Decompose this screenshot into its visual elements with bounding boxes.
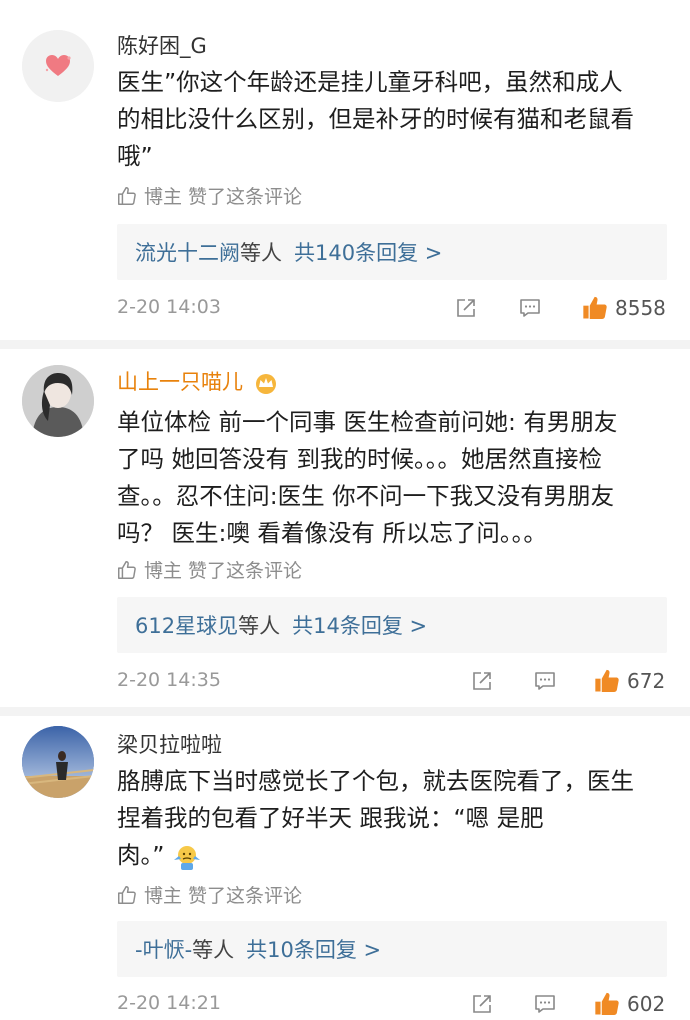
comment-icon[interactable] bbox=[518, 296, 542, 320]
avatar[interactable] bbox=[22, 30, 94, 102]
reply-summary[interactable]: -叶恹- 等人 共10条回复 > bbox=[117, 921, 667, 977]
like-count: 8558 bbox=[615, 296, 666, 320]
author-liked-note: 博主 赞了这条评论 bbox=[116, 881, 302, 908]
comment-text: 单位体检 前一个同事 医生检查前问她: 有男朋友 了吗 她回答没有 到我的时候。… bbox=[117, 408, 618, 547]
reply-etc-label: 等人 bbox=[238, 614, 281, 638]
reply-summary[interactable]: 612星球见 等人 共14条回复 > bbox=[117, 597, 667, 653]
user-photo-icon bbox=[22, 726, 94, 798]
share-icon[interactable] bbox=[470, 669, 494, 693]
share-icon[interactable] bbox=[454, 296, 478, 320]
comment-icon[interactable] bbox=[533, 992, 557, 1016]
comment-icon[interactable] bbox=[533, 669, 557, 693]
username[interactable]: 陈好困_G bbox=[117, 33, 207, 59]
shrug-emoji-icon bbox=[173, 845, 200, 870]
thumb-up-outline-icon bbox=[118, 186, 136, 205]
reply-summary[interactable]: 流光十二阙 等人 共140条回复 > bbox=[117, 224, 667, 280]
comment-footer: 2-20 14:03 8558 bbox=[117, 294, 672, 324]
reply-usernames[interactable]: 流光十二阙 bbox=[135, 237, 240, 267]
thumb-up-outline-icon bbox=[118, 560, 136, 579]
reply-usernames[interactable]: -叶恹- bbox=[135, 934, 192, 964]
vip-crown-icon bbox=[255, 374, 276, 394]
author-liked-note: 博主 赞了这条评论 bbox=[116, 182, 302, 209]
like-count: 672 bbox=[627, 669, 666, 693]
timestamp: 2-20 14:35 bbox=[117, 669, 221, 691]
comment-footer: 2-20 14:21 602 bbox=[117, 990, 672, 1020]
avatar[interactable] bbox=[22, 726, 94, 798]
timestamp: 2-20 14:03 bbox=[117, 296, 221, 318]
like-button[interactable]: 8558 bbox=[581, 294, 666, 322]
section-divider bbox=[0, 340, 690, 349]
comment-footer: 2-20 14:35 672 bbox=[117, 667, 672, 697]
reply-usernames[interactable]: 612星球见 bbox=[135, 610, 238, 640]
author-liked-note: 博主 赞了这条评论 bbox=[116, 556, 302, 583]
comment-text: 胳膊底下当时感觉长了个包，就去医院看了，医生 捏着我的包看了好半天 跟我说：“嗯… bbox=[117, 763, 672, 874]
comment-item: 梁贝拉啦啦 胳膊底下当时感觉长了个包，就去医院看了，医生 捏着我的包看了好半天 … bbox=[0, 716, 690, 1016]
like-count: 602 bbox=[627, 992, 666, 1016]
heart-avatar-icon bbox=[22, 30, 94, 102]
thumb-up-filled-icon bbox=[595, 992, 619, 1015]
comment-item: 山上一只喵儿 单位体检 前一个同事 医生检查前问她: 有男朋友 了吗 她回答没有… bbox=[0, 349, 690, 707]
username[interactable]: 山上一只喵儿 bbox=[117, 369, 278, 395]
reply-etc-label: 等人 bbox=[240, 241, 282, 265]
username[interactable]: 梁贝拉啦啦 bbox=[117, 732, 222, 758]
avatar[interactable] bbox=[22, 365, 94, 437]
reply-count-link[interactable]: 共140条回复 > bbox=[294, 237, 442, 267]
comment-text: 医生”你这个年龄还是挂儿童牙科吧，虽然和成人 的相比没什么区别，但是补牙的时候有… bbox=[117, 68, 634, 170]
timestamp: 2-20 14:21 bbox=[117, 992, 221, 1014]
section-divider bbox=[0, 707, 690, 716]
thumb-up-filled-icon bbox=[583, 296, 607, 319]
reply-count-link[interactable]: 共10条回复 > bbox=[246, 934, 381, 964]
thumb-up-filled-icon bbox=[595, 669, 619, 692]
thumb-up-outline-icon bbox=[118, 885, 136, 904]
reply-etc-label: 等人 bbox=[192, 938, 235, 962]
reply-count-link[interactable]: 共14条回复 > bbox=[292, 610, 427, 640]
comment-item: 陈好困_G 医生”你这个年龄还是挂儿童牙科吧，虽然和成人 的相比没什么区别，但是… bbox=[0, 0, 690, 340]
share-icon[interactable] bbox=[470, 992, 494, 1016]
like-button[interactable]: 602 bbox=[593, 990, 665, 1018]
user-photo-icon bbox=[22, 365, 94, 437]
like-button[interactable]: 672 bbox=[593, 667, 665, 695]
